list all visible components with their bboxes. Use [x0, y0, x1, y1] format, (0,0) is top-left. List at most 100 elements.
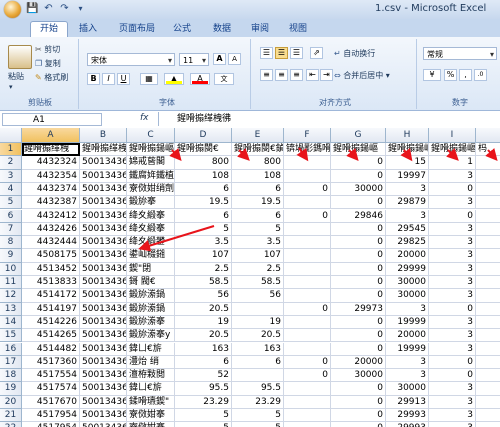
- cell-g-12[interactable]: 0: [331, 289, 386, 303]
- cell-i-4[interactable]: 0: [429, 182, 476, 197]
- cell-overflow-17[interactable]: [476, 356, 500, 370]
- cell-a-17[interactable]: 4517360: [22, 355, 80, 370]
- cell-g-18[interactable]: 30000: [331, 369, 386, 383]
- cell-overflow-11[interactable]: [476, 276, 500, 290]
- paste-icon[interactable]: [8, 45, 32, 69]
- cell-c-9[interactable]: 鍙屾棳鎺: [127, 249, 175, 263]
- cell-e-7[interactable]: 5: [232, 222, 284, 237]
- cell-h-1[interactable]: 鍟嗗搧鍚嶇: [386, 143, 429, 157]
- cell-overflow-9[interactable]: [476, 249, 500, 263]
- cell-i-11[interactable]: 3: [429, 276, 476, 290]
- align-center-icon[interactable]: ≡: [275, 69, 288, 81]
- fill-color-button[interactable]: ▲: [164, 73, 184, 85]
- cell-b-18[interactable]: 50013436: [80, 369, 127, 383]
- cell-c-19[interactable]: 鍏ㄩ€旂: [127, 382, 175, 396]
- cell-overflow-7[interactable]: [476, 223, 500, 237]
- cell-overflow-3[interactable]: [476, 170, 500, 183]
- cell-h-8[interactable]: 29825: [386, 236, 429, 250]
- cell-h-3[interactable]: 19997: [386, 169, 429, 183]
- row-header[interactable]: 21: [0, 409, 22, 423]
- decimal-icon[interactable]: .0: [474, 69, 487, 81]
- paste-button[interactable]: 粘贴: [8, 71, 24, 82]
- decrease-indent-icon[interactable]: ⇤: [306, 69, 319, 81]
- cell-e-11[interactable]: 58.5: [232, 276, 284, 290]
- cell-e-5[interactable]: 19.5: [232, 196, 284, 210]
- cell-e-14[interactable]: 19: [232, 315, 284, 330]
- cell-a-6[interactable]: 4432412: [22, 209, 80, 223]
- bold-button[interactable]: B: [87, 73, 100, 85]
- row-header[interactable]: 6: [0, 209, 22, 223]
- cell-b-11[interactable]: 50013436: [80, 276, 127, 290]
- cell-b-21[interactable]: 50013436: [80, 409, 127, 423]
- cell-g-6[interactable]: 29846: [331, 209, 386, 223]
- cell-b-8[interactable]: 50013436: [80, 236, 127, 250]
- align-top-icon[interactable]: ☰: [260, 47, 273, 59]
- cell-a-22[interactable]: 4517954: [22, 422, 80, 427]
- row-header[interactable]: 19: [0, 382, 22, 396]
- cell-a-9[interactable]: 4508175: [22, 249, 80, 263]
- cell-c-5[interactable]: 鍛旀搴: [127, 196, 175, 210]
- cell-i-5[interactable]: 3: [429, 196, 476, 210]
- cell-e-13[interactable]: [232, 302, 284, 316]
- column-header-f[interactable]: F: [284, 128, 331, 143]
- paste-dropdown-icon[interactable]: ▾: [9, 83, 13, 91]
- cell-g-21[interactable]: 0: [331, 409, 386, 423]
- cell-g-15[interactable]: 0: [331, 329, 386, 343]
- cell-d-10[interactable]: 2.5: [175, 262, 232, 276]
- cell-overflow-13[interactable]: [476, 303, 500, 316]
- row-header[interactable]: 18: [0, 369, 22, 383]
- cell-d-5[interactable]: 19.5: [175, 196, 232, 210]
- cell-overflow-16[interactable]: [476, 343, 500, 356]
- shrink-font-icon[interactable]: A: [228, 53, 241, 65]
- cell-h-22[interactable]: 29993: [386, 422, 429, 427]
- tab-view[interactable]: 视图: [284, 22, 312, 37]
- cell-f-20[interactable]: [284, 395, 331, 409]
- align-right-icon[interactable]: ≡: [290, 69, 303, 81]
- cell-c-10[interactable]: 鍥"閉: [127, 262, 175, 276]
- cell-f-7[interactable]: [284, 222, 331, 237]
- cell-c-14[interactable]: 鍛旀潫搴: [127, 315, 175, 330]
- cell-b-9[interactable]: 50013436: [80, 249, 127, 263]
- format-painter-button[interactable]: ✎ 格式刷: [35, 72, 68, 83]
- cell-f-19[interactable]: [284, 382, 331, 396]
- cell-f-12[interactable]: [284, 289, 331, 303]
- cell-e-19[interactable]: 95.5: [232, 382, 284, 396]
- column-header-c[interactable]: C: [127, 128, 175, 143]
- column-header-e[interactable]: E: [232, 128, 284, 143]
- select-all-corner[interactable]: [0, 128, 22, 143]
- cell-e-4[interactable]: 6: [232, 182, 284, 197]
- align-middle-icon[interactable]: ☰: [275, 47, 288, 59]
- cell-overflow-14[interactable]: [476, 316, 500, 330]
- cell-h-11[interactable]: 30000: [386, 276, 429, 290]
- cell-d-12[interactable]: 56: [175, 289, 232, 303]
- cell-b-5[interactable]: 50013436: [80, 196, 127, 210]
- cell-c-3[interactable]: 鐵腐姩鐵植: [127, 169, 175, 183]
- cell-h-14[interactable]: 19999: [386, 315, 429, 330]
- cell-a-12[interactable]: 4514172: [22, 289, 80, 303]
- cell-b-3[interactable]: 50013436: [80, 169, 127, 183]
- cell-b-1[interactable]: 鍟嗗搧缂栧: [80, 143, 127, 157]
- cell-b-20[interactable]: 50013436: [80, 395, 127, 409]
- cell-a-10[interactable]: 4513452: [22, 262, 80, 276]
- cell-i-10[interactable]: 3: [429, 262, 476, 276]
- cell-overflow-10[interactable]: [476, 263, 500, 276]
- cell-c-18[interactable]: 澶栫敤閲: [127, 369, 175, 383]
- cell-i-1[interactable]: 鍟嗗搧鍚嶇: [429, 143, 476, 157]
- cell-d-13[interactable]: 20.5: [175, 302, 232, 316]
- cell-overflow-2[interactable]: [476, 156, 500, 170]
- cell-h-16[interactable]: 19999: [386, 342, 429, 356]
- cell-a-5[interactable]: 4432387: [22, 196, 80, 210]
- cell-overflow-22[interactable]: [476, 422, 500, 427]
- cell-c-13[interactable]: 鍛旀潫鍋: [127, 302, 175, 316]
- cell-g-16[interactable]: 0: [331, 342, 386, 356]
- cell-i-13[interactable]: 0: [429, 302, 476, 316]
- cell-h-21[interactable]: 29993: [386, 409, 429, 423]
- row-header[interactable]: 8: [0, 236, 22, 250]
- cell-overflow-8[interactable]: [476, 236, 500, 250]
- cell-b-7[interactable]: 50013436: [80, 222, 127, 237]
- cell-b-12[interactable]: 50013436: [80, 289, 127, 303]
- cell-i-9[interactable]: 3: [429, 249, 476, 263]
- cell-f-10[interactable]: [284, 262, 331, 276]
- tab-data[interactable]: 数据: [208, 22, 236, 37]
- office-button[interactable]: [4, 1, 21, 18]
